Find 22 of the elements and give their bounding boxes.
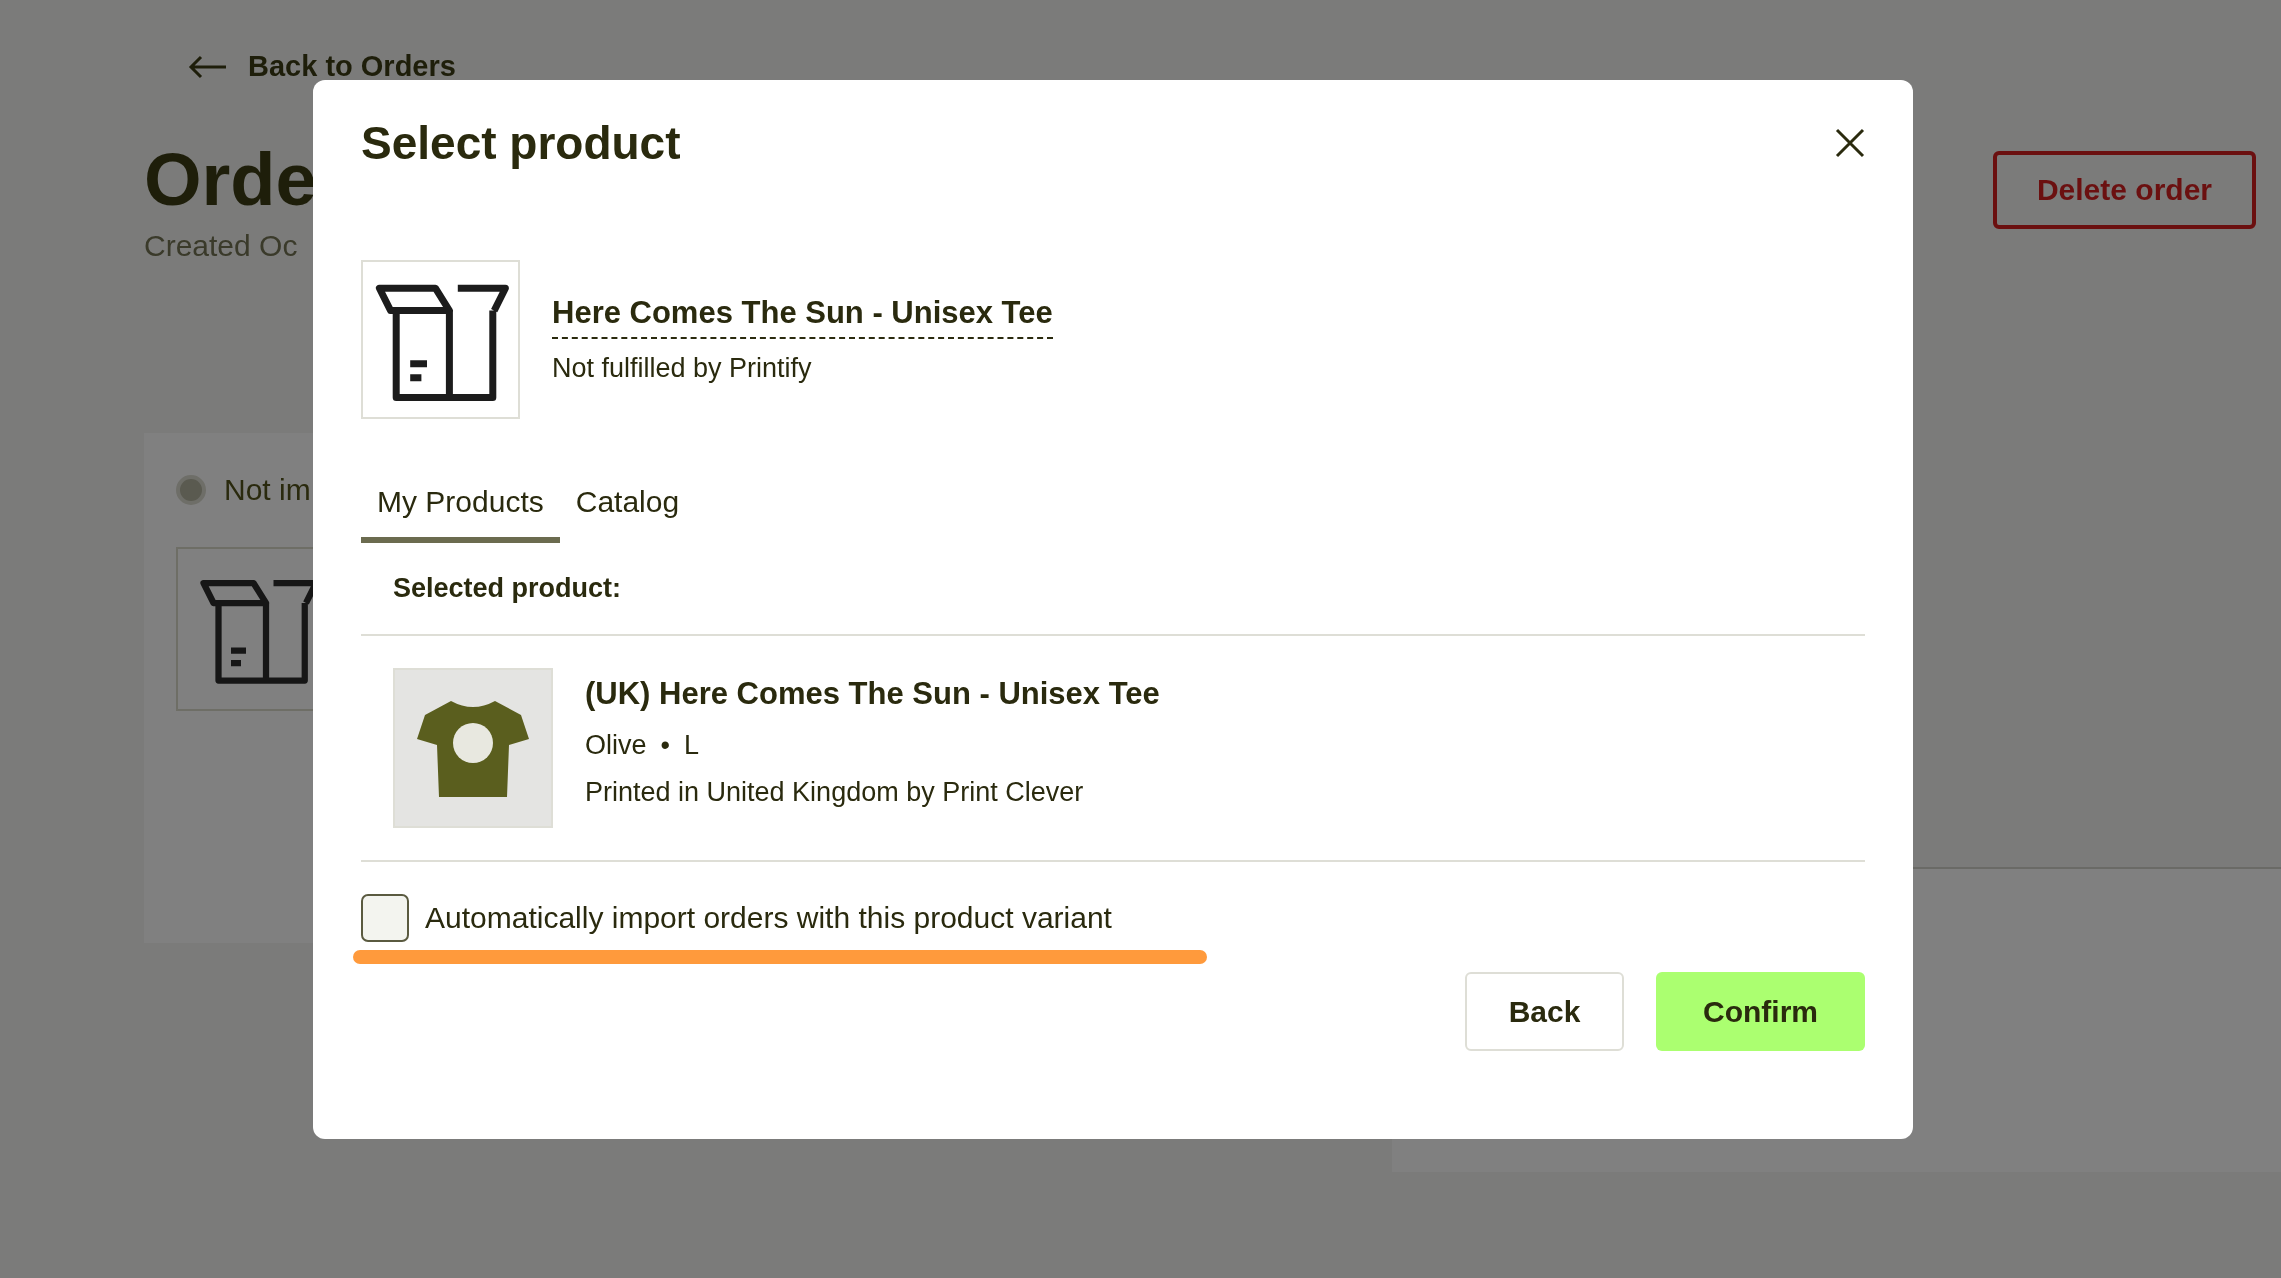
arrow-left-icon — [188, 54, 228, 79]
dialog-title: Select product — [361, 116, 681, 170]
page-title: Orde — [144, 143, 317, 217]
selected-product-label: Selected product: — [361, 543, 1865, 636]
fulfillment-note: Not fulfilled by Printify — [552, 353, 813, 384]
back-link[interactable]: Back to Orders — [188, 50, 456, 83]
status-label: Not im — [224, 473, 311, 507]
tab[interactable]: Catalog — [559, 477, 696, 543]
checkbox[interactable] — [361, 894, 409, 942]
variant-name: (UK) Here Comes The Sun - Unisex Tee — [585, 676, 1160, 712]
print-provider: Printed in United Kingdom by Print Clever — [585, 777, 1085, 808]
back-button[interactable]: Back — [1465, 972, 1624, 1051]
variant-option: Olive — [585, 730, 647, 761]
status-dot — [176, 475, 206, 505]
checkbox-label: Automatically import orders with this product variant — [425, 901, 1112, 935]
separator: • — [660, 730, 670, 761]
confirm-button[interactable]: Confirm — [1656, 972, 1865, 1051]
created-date: Created Oc — [144, 229, 299, 263]
product-name[interactable]: Here Comes The Sun - Unisex Tee — [552, 295, 1053, 339]
tab[interactable]: My Products — [361, 477, 560, 543]
close-icon[interactable] — [1835, 128, 1865, 158]
variant-option: L — [683, 730, 699, 761]
